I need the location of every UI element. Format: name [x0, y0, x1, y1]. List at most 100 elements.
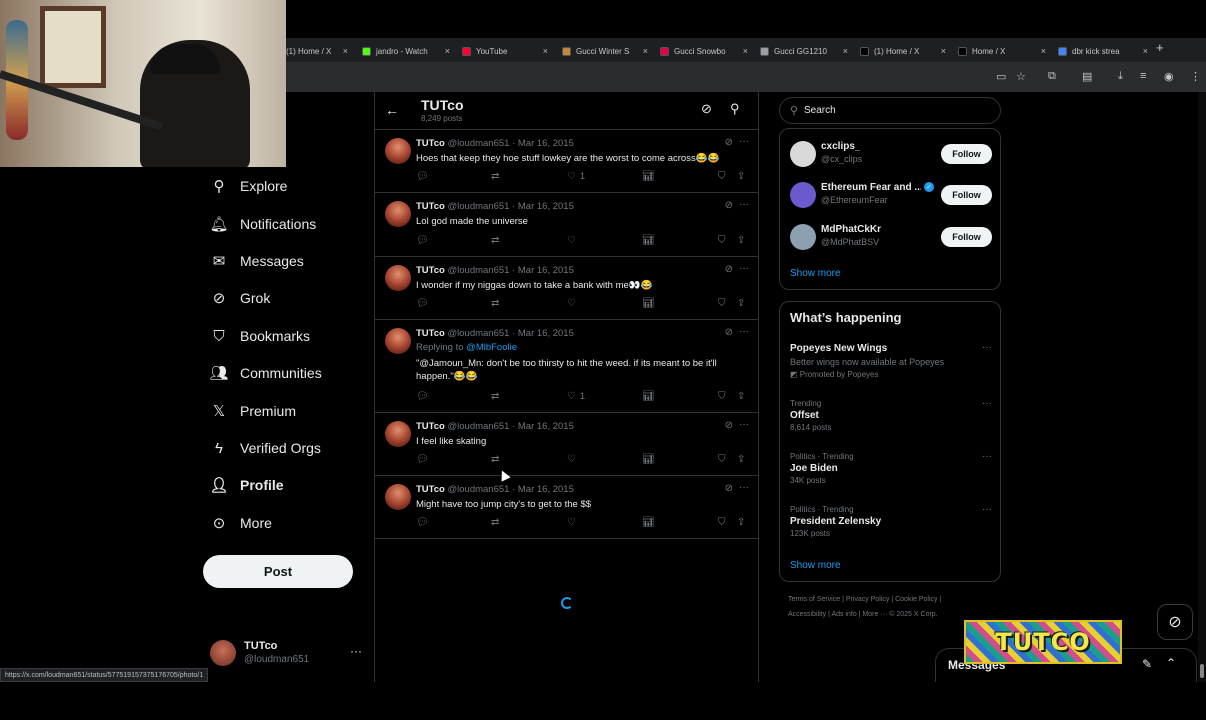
- grok-icon[interactable]: ⊘: [725, 420, 733, 431]
- more-dots-icon[interactable]: ···: [739, 482, 749, 493]
- reply-icon[interactable]: 💬︎: [416, 235, 429, 246]
- grok-icon[interactable]: ⊘: [725, 200, 733, 211]
- share-icon[interactable]: ⇪: [737, 517, 745, 528]
- grok-icon[interactable]: ⊘: [725, 264, 733, 275]
- more-dots-icon[interactable]: ···: [739, 326, 749, 337]
- author-name[interactable]: TUTco: [416, 421, 445, 432]
- views-icon[interactable]: 📊︎: [642, 454, 655, 465]
- media-icon[interactable]: ≡: [1140, 70, 1146, 82]
- nav-item-verified-orgs[interactable]: ϟ Verified Orgs: [210, 435, 321, 461]
- download-icon[interactable]: ⤓: [1118, 70, 1123, 83]
- more-dots-icon[interactable]: ···: [739, 199, 749, 210]
- grok-fab-button[interactable]: ⊘: [1157, 604, 1193, 640]
- grok-icon[interactable]: ⊘: [725, 483, 733, 494]
- author-name[interactable]: TUTco: [416, 484, 445, 495]
- browser-tab[interactable]: jandro - Watch ×: [362, 42, 450, 60]
- avatar[interactable]: [790, 182, 816, 208]
- reply-icon[interactable]: 💬︎: [416, 517, 429, 528]
- browser-tab[interactable]: dbr kick strea ×: [1058, 42, 1148, 60]
- nav-item-messages[interactable]: ✉ Messages: [210, 248, 304, 274]
- expand-icon[interactable]: ⌃: [1166, 656, 1176, 670]
- retweet-icon[interactable]: ⇄: [491, 517, 499, 528]
- browser-tab[interactable]: Gucci Winter S ×: [562, 42, 648, 60]
- avatar[interactable]: [385, 421, 411, 447]
- post-button[interactable]: Post: [203, 555, 353, 588]
- close-icon[interactable]: ×: [743, 46, 748, 56]
- share-icon[interactable]: ⇪: [737, 235, 745, 246]
- search-input[interactable]: ⚲ Search: [779, 97, 1001, 124]
- grok-icon[interactable]: ⊘: [701, 101, 712, 117]
- close-icon[interactable]: ×: [543, 46, 548, 56]
- nav-item-notifications[interactable]: 🔔︎ Notifications: [209, 211, 316, 237]
- close-icon[interactable]: ×: [343, 46, 348, 56]
- follow-button[interactable]: Follow: [941, 144, 992, 164]
- follow-suggestion[interactable]: MdPhatCkKr @MdPhatBSV Follow: [790, 222, 992, 254]
- promoted-trend[interactable]: Popeyes New Wings Better wings now avail…: [790, 342, 992, 380]
- follow-suggestion[interactable]: Ethereum Fear and ... @EthereumFear ✓ Follo…: [790, 180, 992, 212]
- like-icon[interactable]: ♡: [567, 517, 576, 528]
- views-icon[interactable]: 📊︎: [642, 298, 655, 309]
- browser-tab[interactable]: Home / X ×: [958, 42, 1046, 60]
- tweet[interactable]: TUTco @loudman651 · Mar 16, 2015 ⊘ ··· Hoes…: [375, 130, 759, 193]
- more-dots-icon[interactable]: ···: [982, 398, 992, 409]
- share-icon[interactable]: ⇪: [737, 171, 745, 182]
- follow-button[interactable]: Follow: [941, 185, 992, 205]
- bookmark-icon[interactable]: ⛉: [718, 298, 726, 309]
- views-icon[interactable]: 📊︎: [642, 391, 655, 402]
- scrollbar-thumb[interactable]: [1200, 664, 1204, 678]
- avatar[interactable]: [790, 224, 816, 250]
- bookmark-icon[interactable]: ⛉: [718, 235, 726, 246]
- nav-item-more[interactable]: ⊙ More: [210, 510, 272, 536]
- retweet-icon[interactable]: ⇄: [491, 454, 499, 465]
- more-dots-icon[interactable]: ···: [982, 342, 992, 353]
- share-icon[interactable]: ⇪: [737, 454, 745, 465]
- author-name[interactable]: TUTco: [416, 201, 445, 212]
- cast-icon[interactable]: ▭: [996, 70, 1006, 83]
- footer-links[interactable]: Terms of Service | Privacy Policy | Cook…: [788, 596, 941, 603]
- avatar[interactable]: [385, 328, 411, 354]
- retweet-icon[interactable]: ⇄: [491, 298, 499, 309]
- share-icon[interactable]: ⇪: [737, 391, 745, 402]
- like-icon[interactable]: ♡: [567, 454, 576, 465]
- more-dots-icon[interactable]: ···: [739, 263, 749, 274]
- nav-item-grok[interactable]: ⊘ Grok: [210, 285, 271, 311]
- retweet-icon[interactable]: ⇄: [491, 235, 499, 246]
- extensions-icon[interactable]: ⧉: [1048, 70, 1056, 83]
- avatar[interactable]: [385, 138, 411, 164]
- sidepanel-icon[interactable]: ▤: [1082, 70, 1092, 83]
- retweet-icon[interactable]: ⇄: [491, 391, 499, 402]
- search-icon[interactable]: ⚲: [730, 101, 740, 117]
- browser-tab[interactable]: (1) Home / X ×: [286, 42, 348, 60]
- footer-links-2[interactable]: Accessibility | Ads info | More ··· © 20…: [788, 611, 938, 618]
- close-icon[interactable]: ×: [643, 46, 648, 56]
- follow-button[interactable]: Follow: [941, 227, 992, 247]
- views-icon[interactable]: 📊︎: [642, 171, 655, 182]
- reply-icon[interactable]: 💬︎: [416, 298, 429, 309]
- more-dots-icon[interactable]: ···: [739, 419, 749, 430]
- browser-tab[interactable]: Gucci GG1210 ×: [760, 42, 848, 60]
- close-icon[interactable]: ×: [1041, 46, 1046, 56]
- browser-tab[interactable]: Gucci Snowbo ×: [660, 42, 748, 60]
- compose-message-icon[interactable]: ✎: [1142, 657, 1152, 671]
- reply-icon[interactable]: 💬︎: [416, 391, 429, 402]
- close-icon[interactable]: ×: [843, 46, 848, 56]
- profile-icon[interactable]: ◉: [1164, 70, 1174, 83]
- reply-icon[interactable]: 💬︎: [416, 454, 429, 465]
- trend-item[interactable]: Politics · Trending President Zelensky 123…: [790, 504, 992, 539]
- tweet[interactable]: TUTco @loudman651 · Mar 16, 2015 ⊘ ··· Migh…: [375, 476, 759, 539]
- account-switcher[interactable]: TUTco @loudman651 ···: [210, 638, 366, 670]
- retweet-icon[interactable]: ⇄: [491, 171, 499, 182]
- like-icon[interactable]: ♡: [567, 171, 576, 182]
- menu-icon[interactable]: ⋮: [1190, 70, 1201, 83]
- close-icon[interactable]: ×: [445, 46, 450, 56]
- back-arrow-icon[interactable]: ←: [385, 102, 399, 118]
- nav-item-profile[interactable]: 👤︎ Profile: [209, 472, 283, 498]
- bookmark-icon[interactable]: ⛉: [718, 391, 726, 402]
- reply-user-link[interactable]: @MlbFoolie: [466, 342, 517, 353]
- close-icon[interactable]: ×: [941, 46, 946, 56]
- nav-item-premium[interactable]: 𝕏 Premium: [210, 398, 296, 424]
- avatar[interactable]: [790, 141, 816, 167]
- author-name[interactable]: TUTco: [416, 138, 445, 149]
- like-icon[interactable]: ♡: [567, 391, 576, 402]
- like-icon[interactable]: ♡: [567, 235, 576, 246]
